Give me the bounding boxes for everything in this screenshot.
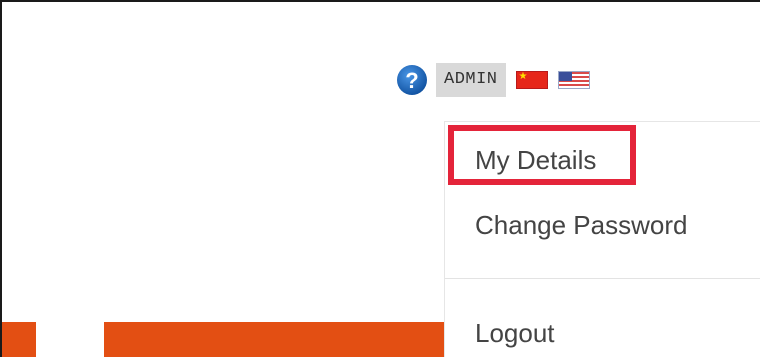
menu-divider [445,278,760,279]
user-dropdown-menu: My Details Change Password Logout [444,121,760,357]
china-flag-icon[interactable]: ★ [515,71,548,89]
menu-item-change-password[interactable]: Change Password [475,210,687,241]
admin-user-button[interactable]: ADMIN [436,63,506,97]
help-question-icon[interactable]: ? [396,64,428,96]
menu-item-logout[interactable]: Logout [475,318,555,349]
menu-item-my-details[interactable]: My Details [475,145,596,176]
orange-nav-bar[interactable] [104,322,444,357]
us-flag-icon[interactable] [557,71,590,89]
flag-canton [558,72,572,81]
svg-text:?: ? [405,68,418,93]
flag-star-icon: ★ [518,71,528,82]
orange-nav-tab-left[interactable] [2,322,36,357]
user-toolbar: ? ADMIN ★ [396,62,590,98]
